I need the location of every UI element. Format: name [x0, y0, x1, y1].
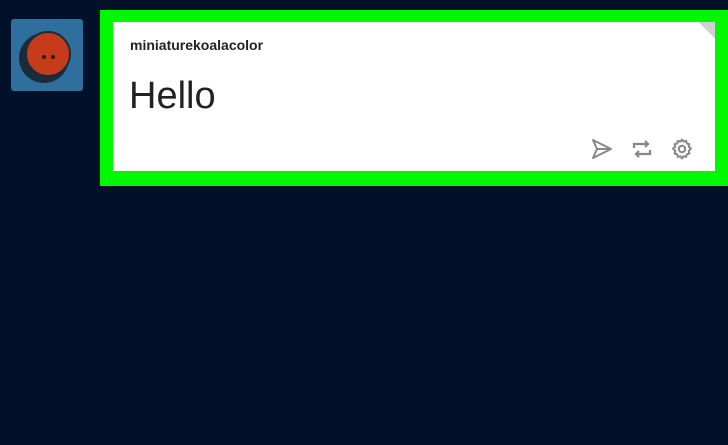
- koala-face-icon: [19, 31, 71, 83]
- reblog-icon: [632, 140, 652, 158]
- post-actions: [590, 137, 694, 161]
- send-icon: [592, 139, 612, 159]
- settings-button[interactable]: [670, 137, 694, 161]
- gear-icon: [672, 138, 692, 160]
- post-username[interactable]: miniaturekoalacolor: [130, 37, 263, 53]
- post-body-text: Hello: [129, 75, 216, 117]
- reblog-button[interactable]: [630, 137, 654, 161]
- post-card: miniaturekoalacolor Hello: [113, 22, 715, 171]
- page-fold-corner-icon: [699, 22, 715, 38]
- avatar[interactable]: [11, 19, 83, 91]
- send-button[interactable]: [590, 137, 614, 161]
